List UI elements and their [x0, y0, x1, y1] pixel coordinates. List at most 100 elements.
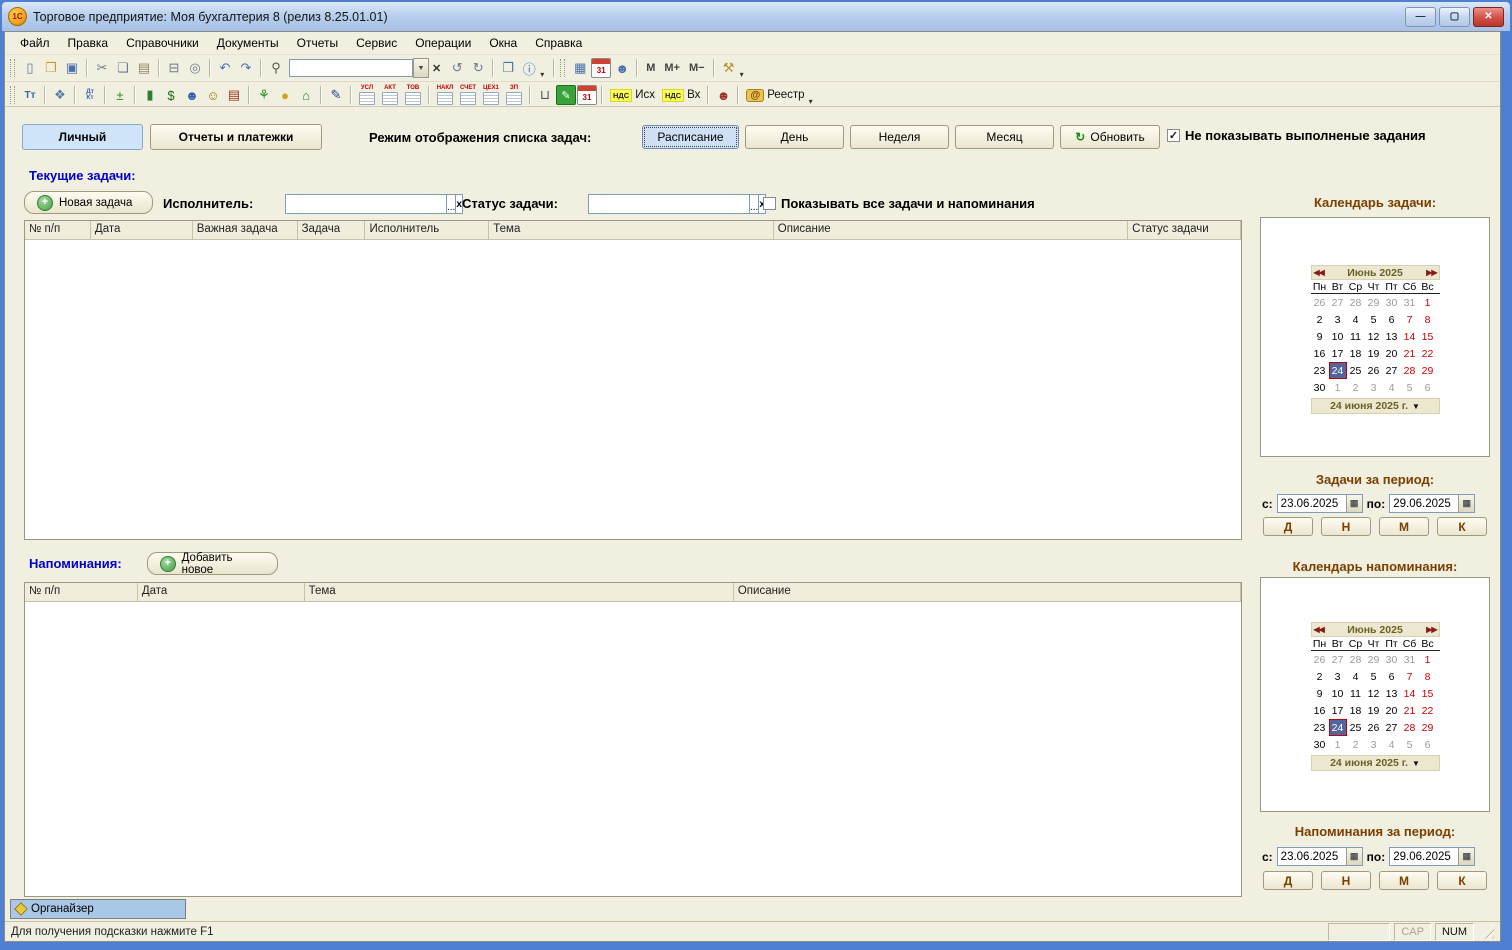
calendar-day[interactable]: 3 — [1329, 668, 1347, 685]
font-settings-icon[interactable]: Тт — [20, 85, 40, 105]
doc-ceh1-icon[interactable]: ЦЕХ1 — [480, 85, 502, 105]
calendar-day[interactable]: 17 — [1329, 345, 1347, 362]
calendar-day[interactable]: 16 — [1311, 345, 1329, 362]
task-status-picker-button[interactable]: ... — [749, 194, 759, 214]
calendar-day[interactable]: 2 — [1347, 736, 1365, 753]
calendar-day[interactable]: 1 — [1329, 379, 1347, 396]
calendar-day[interactable]: 22 — [1419, 702, 1437, 719]
doc-uslugi-icon[interactable]: УСЛ — [356, 85, 378, 105]
calendar-day[interactable]: 7 — [1401, 668, 1419, 685]
toolbar-handle[interactable] — [560, 59, 565, 77]
executor-input[interactable] — [285, 194, 446, 214]
quick-search-input[interactable] — [289, 59, 413, 77]
calendar-day[interactable]: 29 — [1419, 362, 1437, 379]
executor-picker-button[interactable]: ... — [446, 194, 456, 214]
calendar-day[interactable]: 2 — [1311, 668, 1329, 685]
person-card-icon[interactable]: ☺ — [203, 85, 223, 105]
calendar-day[interactable]: 5 — [1365, 311, 1383, 328]
calendar-day[interactable]: 1 — [1419, 651, 1437, 668]
task-period-to-value[interactable]: 29.06.2025 — [1390, 498, 1458, 510]
calendar-day[interactable]: 30 — [1383, 294, 1401, 311]
calendar-day[interactable]: 11 — [1347, 328, 1365, 345]
doc-zarplata-icon[interactable]: ЗП — [503, 85, 525, 105]
calendar-day[interactable]: 28 — [1401, 362, 1419, 379]
calendar-day[interactable]: 26 — [1365, 719, 1383, 736]
calendar-day[interactable]: 2 — [1311, 311, 1329, 328]
search-dropdown-arrow[interactable]: ▼ — [413, 58, 429, 78]
task-status-input[interactable] — [588, 194, 749, 214]
tab-reports-payments[interactable]: Отчеты и платежки — [150, 124, 322, 150]
calendar-picker-icon[interactable]: ▦ — [1346, 495, 1362, 512]
calculator-icon[interactable]: ▦ — [570, 58, 590, 78]
calendar-day[interactable]: 16 — [1311, 702, 1329, 719]
person-mail-icon[interactable]: ☻ — [713, 85, 733, 105]
calendar-day[interactable]: 27 — [1383, 362, 1401, 379]
task-period-from-value[interactable]: 23.06.2025 — [1278, 498, 1346, 510]
column-header-8[interactable]: Статус задачи — [1128, 221, 1241, 239]
calendar-day[interactable]: 26 — [1311, 294, 1329, 311]
employees-icon[interactable]: ☻ — [182, 85, 202, 105]
toolbar-handle[interactable] — [10, 59, 15, 77]
memory-subtract-button[interactable]: M− — [685, 62, 709, 74]
column-header-3[interactable]: Тема — [305, 583, 734, 601]
calendar-day[interactable]: 28 — [1347, 651, 1365, 668]
maximize-button[interactable]: ▢ — [1439, 7, 1470, 27]
calendar-day[interactable]: 30 — [1311, 736, 1329, 753]
calendar-day[interactable]: 15 — [1419, 685, 1437, 702]
registry-button[interactable]: @Реестр — [743, 85, 807, 105]
calendar-footer[interactable]: 24 июня 2025 г.▼ — [1311, 755, 1440, 771]
menu-item-7[interactable]: Операции — [406, 34, 480, 52]
user-lock-icon[interactable]: ☻ — [612, 58, 632, 78]
doc-schet-icon[interactable]: СЧЕТ — [457, 85, 479, 105]
close-button[interactable]: ✕ — [1473, 7, 1504, 27]
calendar-day[interactable]: 31 — [1401, 651, 1419, 668]
calendar-day[interactable]: 30 — [1383, 651, 1401, 668]
reminder-period-to-value[interactable]: 29.06.2025 — [1390, 851, 1458, 863]
task-range-н-button[interactable]: Н — [1321, 517, 1371, 536]
task-range-м-button[interactable]: М — [1379, 517, 1429, 536]
calendar-day[interactable]: 10 — [1329, 685, 1347, 702]
exit-door-icon[interactable]: ⌂ — [296, 85, 316, 105]
calendar-picker-icon[interactable]: ▦ — [1346, 848, 1362, 865]
reminder-period-from-value[interactable]: 23.06.2025 — [1278, 851, 1346, 863]
calendar-day[interactable]: 4 — [1383, 736, 1401, 753]
calendar-day[interactable]: 30 — [1311, 379, 1329, 396]
calendar-day[interactable]: 21 — [1401, 345, 1419, 362]
calendar-day[interactable]: 27 — [1329, 294, 1347, 311]
calendar-day[interactable]: 5 — [1401, 736, 1419, 753]
mode-schedule-button[interactable]: Расписание — [642, 125, 739, 149]
dt-kt-icon[interactable]: Дт Кт — [80, 85, 100, 105]
plan-accounts-icon[interactable]: ± — [110, 85, 130, 105]
calendar-day[interactable]: 18 — [1347, 345, 1365, 362]
calendar-day[interactable]: 21 — [1401, 702, 1419, 719]
calendar-day[interactable]: 8 — [1419, 311, 1437, 328]
calendar-day[interactable]: 23 — [1311, 719, 1329, 736]
minimize-button[interactable]: — — [1405, 7, 1436, 27]
books-icon[interactable]: ▤ — [224, 85, 244, 105]
calendar-day[interactable]: 24 — [1329, 362, 1347, 379]
calendar-day[interactable]: 25 — [1347, 362, 1365, 379]
calendar-day[interactable]: 2 — [1347, 379, 1365, 396]
service-settings-icon[interactable]: ⚒ — [719, 58, 739, 78]
calendar-day[interactable]: 6 — [1383, 311, 1401, 328]
menu-item-4[interactable]: Документы — [208, 34, 288, 52]
calendar-day[interactable]: 10 — [1329, 328, 1347, 345]
open-document-icon[interactable]: ❐ — [41, 58, 61, 78]
calendar-day[interactable]: 11 — [1347, 685, 1365, 702]
calendar-day[interactable]: 22 — [1419, 345, 1437, 362]
calendar-day[interactable]: 6 — [1383, 668, 1401, 685]
calendar-day[interactable]: 18 — [1347, 702, 1365, 719]
calendar-day[interactable]: 27 — [1383, 719, 1401, 736]
paste-icon[interactable]: ▤ — [134, 58, 154, 78]
column-header-2[interactable]: Дата — [138, 583, 305, 601]
calendar-day[interactable]: 28 — [1347, 294, 1365, 311]
mode-week-button[interactable]: Неделя — [850, 125, 949, 149]
column-header-1[interactable]: № п/п — [25, 221, 91, 239]
calendar-day[interactable]: 26 — [1311, 651, 1329, 668]
menu-item-5[interactable]: Отчеты — [288, 34, 347, 52]
calendar-prev-icon[interactable]: ◀◀ — [1314, 625, 1324, 634]
calendar-picker-icon[interactable]: ▦ — [1458, 495, 1474, 512]
find-previous-icon[interactable]: ↺ — [447, 58, 467, 78]
plant-icon[interactable]: ⚘ — [254, 85, 274, 105]
write-note-icon[interactable]: ✎ — [556, 85, 576, 105]
